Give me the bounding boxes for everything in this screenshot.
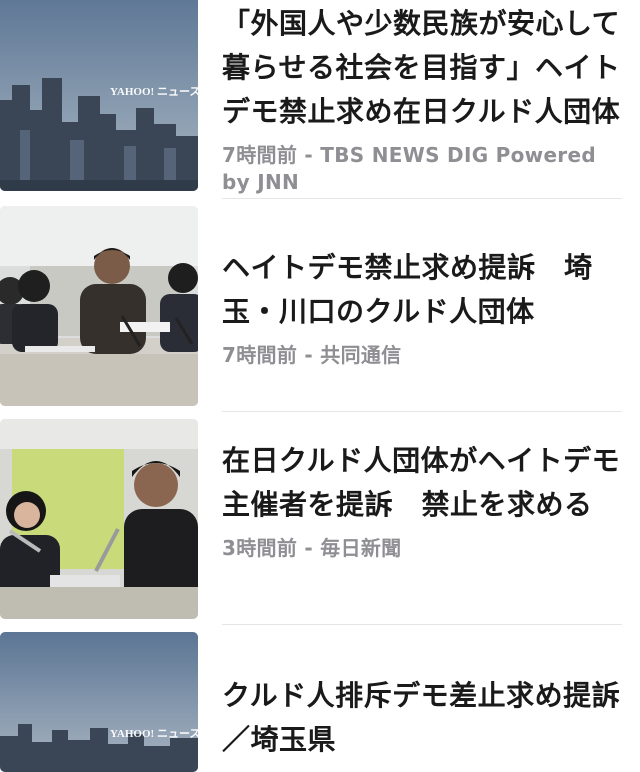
news-item[interactable]: ヘイトデモ禁止求め提訴 埼玉・川口のクルド人団体 7時間前 - 共同通信 (0, 206, 640, 406)
yahoo-news-watermark: YAHOO! ニュース (110, 86, 198, 98)
article-title[interactable]: 「外国人や少数民族が安心して暮らせる社会を目指す」ヘイトデモ禁止求め在日クルド人… (222, 2, 622, 134)
article-text: ヘイトデモ禁止求め提訴 埼玉・川口のクルド人団体 7時間前 - 共同通信 (222, 246, 622, 369)
article-thumbnail[interactable] (0, 206, 198, 406)
article-time: 7時間前 (222, 143, 298, 167)
meta-separator: - (297, 143, 321, 167)
article-thumbnail[interactable]: YAHOO! ニュース (0, 0, 198, 191)
article-time: 3時間前 (222, 536, 298, 560)
article-title[interactable]: ヘイトデモ禁止求め提訴 埼玉・川口のクルド人団体 (222, 246, 622, 334)
meta-separator: - (297, 536, 321, 560)
article-meta: 3時間前 - 毎日新聞 (222, 535, 622, 562)
article-thumbnail[interactable]: YAHOO! ニュース (0, 632, 198, 772)
article-title[interactable]: 在日クルド人団体がヘイトデモ主催者を提訴 禁止を求める (222, 439, 622, 527)
article-thumbnail[interactable] (0, 419, 198, 619)
divider (222, 411, 622, 412)
article-text: 「外国人や少数民族が安心して暮らせる社会を目指す」ヘイトデモ禁止求め在日クルド人… (222, 2, 622, 196)
divider (222, 198, 622, 199)
news-feed: YAHOO! ニュース 「外国人や少数民族が安心して暮らせる社会を目指す」ヘイト… (0, 0, 640, 772)
yahoo-news-watermark: YAHOO! ニュース (110, 728, 198, 740)
news-item[interactable]: YAHOO! ニュース 「外国人や少数民族が安心して暮らせる社会を目指す」ヘイト… (0, 0, 640, 200)
article-title[interactable]: クルド人排斥デモ差止求め提訴／埼玉県 (222, 674, 622, 762)
article-source: 共同通信 (320, 343, 402, 367)
article-meta: 7時間前 - TBS NEWS DIG Powered by JNN (222, 142, 622, 196)
article-text: 在日クルド人団体がヘイトデモ主催者を提訴 禁止を求める 3時間前 - 毎日新聞 (222, 439, 622, 562)
meta-separator: - (297, 343, 321, 367)
news-item[interactable]: 在日クルド人団体がヘイトデモ主催者を提訴 禁止を求める 3時間前 - 毎日新聞 (0, 419, 640, 619)
news-item[interactable]: YAHOO! ニュース クルド人排斥デモ差止求め提訴／埼玉県 (0, 632, 640, 772)
article-meta: 7時間前 - 共同通信 (222, 342, 622, 369)
article-text: クルド人排斥デモ差止求め提訴／埼玉県 (222, 674, 622, 762)
article-source: 毎日新聞 (320, 536, 402, 560)
divider (222, 624, 622, 625)
article-time: 7時間前 (222, 343, 298, 367)
